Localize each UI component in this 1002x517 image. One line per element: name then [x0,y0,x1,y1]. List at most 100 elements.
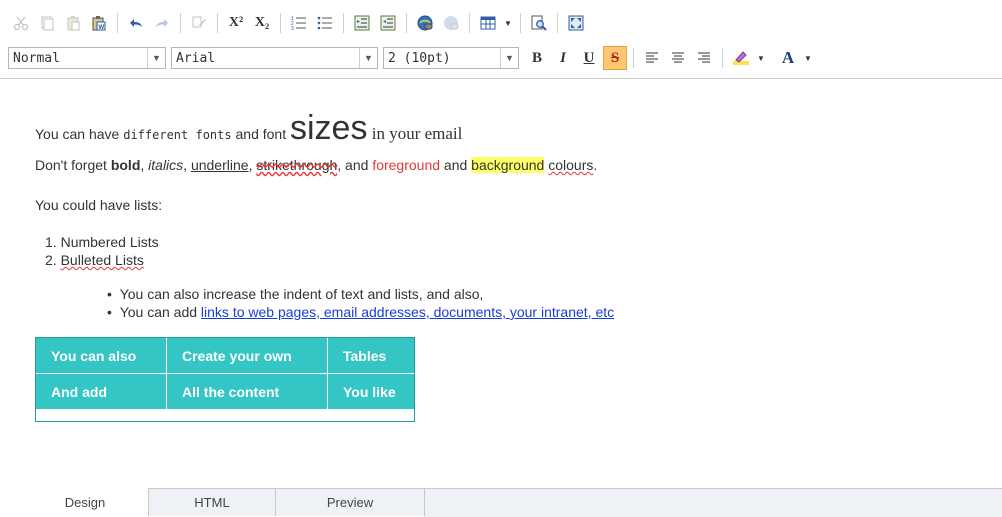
table-cell[interactable]: And add [35,373,167,410]
toolbar-divider [557,13,558,33]
list-item: • You can add links to web pages, email … [107,304,615,320]
sample-line-fonts: You can have different fonts and font si… [35,109,462,148]
format-stripper-icon[interactable] [188,12,210,34]
fullscreen-icon[interactable] [565,12,587,34]
outdent-icon[interactable] [377,12,399,34]
monospace-text: different fonts [123,128,232,142]
toolbar-divider [520,13,521,33]
bold-button[interactable]: B [525,46,549,70]
font-family-value: Arial [176,51,216,66]
toolbar-divider [722,48,723,68]
misspelled-word: colours [548,157,594,173]
editor-canvas[interactable]: You can have different fonts and font si… [0,78,1002,489]
svg-text:W: W [99,25,105,31]
font-size-value: 2 (10pt) [388,51,451,66]
numbered-list: 1. Numbered Lists 2. Bulleted Lists [45,233,159,269]
tab-design[interactable]: Design [22,488,148,516]
foreground-color-text: foreground [372,157,441,173]
lists-intro: You could have lists: [35,197,163,213]
numbered-list-icon[interactable]: 123 [288,12,310,34]
list-item: 2. Bulleted Lists [45,252,144,268]
toolbar-divider [180,13,181,33]
align-center-icon[interactable] [666,46,690,70]
cut-icon[interactable] [10,12,32,34]
font-family-select[interactable]: Arial ▼ [171,47,378,69]
text-span: You can have [35,126,124,142]
bold-text: bold [110,157,141,173]
tabbar-background [424,488,1002,517]
table-dropdown-chevron-icon[interactable]: ▼ [503,12,513,34]
text-span: , [140,157,149,173]
svg-text:3: 3 [291,26,294,31]
toolbar-divider [633,48,634,68]
paragraph-style-value: Normal [13,51,60,66]
strikethrough-text: strikethrough [256,157,338,173]
paste-icon[interactable] [62,12,84,34]
text-span: , [183,157,191,173]
sample-table: You can also Create your own Tables And … [35,337,416,410]
text-span: , and [337,157,373,173]
hyperlink[interactable]: links to web pages, email addresses, doc… [201,304,614,320]
insert-link-icon[interactable] [414,12,436,34]
list-item-label: Bulleted Lists [60,252,144,268]
table-cell[interactable]: All the content [166,373,328,410]
toolbar-divider [280,13,281,33]
list-item-label: You can also increase the indent of text… [119,286,484,302]
tab-preview[interactable]: Preview [275,488,425,516]
large-text: sizes [290,109,368,147]
list-item: • You can also increase the indent of te… [107,286,484,302]
list-item-label: Numbered Lists [60,234,159,250]
toolbar-divider [117,13,118,33]
sample-line-formatting: Don't forget bold, italics, underline, s… [35,157,597,173]
chevron-down-icon[interactable]: ▼ [359,48,377,68]
highlight-dropdown-chevron-icon[interactable]: ▼ [755,46,767,70]
list-item: 1. Numbered Lists [45,234,159,250]
italic-button[interactable]: I [551,46,575,70]
highlight-color-icon[interactable] [729,46,753,70]
italic-text: italics [148,157,184,173]
background-color-text: background [471,157,545,173]
font-color-button[interactable]: A [776,46,800,70]
table-row: You can also Create your own Tables [35,337,416,374]
text-span: Don't forget [35,157,111,173]
serif-text: in your email [367,124,463,143]
redo-icon[interactable] [151,12,173,34]
toolbar-divider [469,13,470,33]
strikethrough-button[interactable]: S [603,46,627,70]
toolbar-main: W X² X₂ 123 ▼ [8,6,1002,40]
text-span: and font [231,126,290,142]
insert-table-icon[interactable] [477,12,499,34]
font-color-dropdown-chevron-icon[interactable]: ▼ [802,46,814,70]
subscript-icon[interactable]: X₂ [251,12,273,34]
underlined-text: underline [190,157,249,173]
toolbar-divider [217,13,218,33]
chevron-down-icon[interactable]: ▼ [500,48,518,68]
chevron-down-icon[interactable]: ▼ [147,48,165,68]
paragraph-style-select[interactable]: Normal ▼ [8,47,166,69]
toolbar-format: Normal ▼ Arial ▼ 2 (10pt) ▼ B I U S ▼ A … [8,43,1002,73]
font-size-select[interactable]: 2 (10pt) ▼ [383,47,519,69]
underline-button[interactable]: U [577,46,601,70]
table-cell[interactable]: Create your own [166,337,328,374]
table-cell[interactable]: Tables [327,337,416,374]
toolbar-divider [343,13,344,33]
bulleted-list-icon[interactable] [314,12,336,34]
toolbar-divider [406,13,407,33]
table-cell[interactable]: You can also [35,337,167,374]
list-item-label: You can add [119,304,201,320]
table-row: And add All the content You like [35,373,416,410]
copy-icon[interactable] [36,12,58,34]
bulleted-list: • You can also increase the indent of te… [107,285,614,321]
remove-link-icon[interactable] [440,12,462,34]
tab-html[interactable]: HTML [148,488,276,516]
align-right-icon[interactable] [692,46,716,70]
table-cell[interactable]: You like [327,373,416,410]
undo-icon[interactable] [125,12,147,34]
find-replace-icon[interactable] [528,12,550,34]
text-span: and [440,157,472,173]
superscript-icon[interactable]: X² [225,12,247,34]
align-left-icon[interactable] [640,46,664,70]
indent-icon[interactable] [351,12,373,34]
mode-tabs: Design HTML Preview [0,488,1002,517]
paste-from-word-icon[interactable]: W [88,12,110,34]
